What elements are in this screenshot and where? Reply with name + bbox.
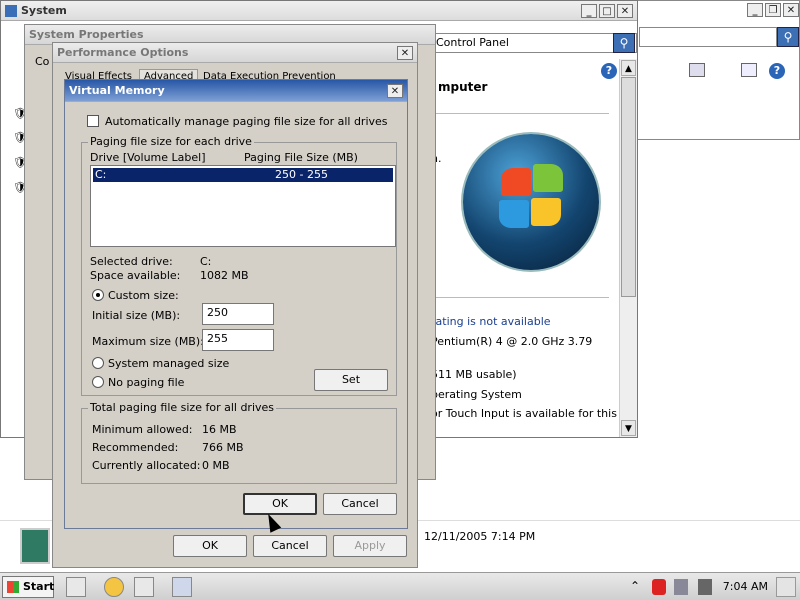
maximize-button[interactable]: □ (599, 4, 615, 18)
vertical-scrollbar[interactable]: ▲ ▼ (619, 59, 637, 437)
custom-size-label: Custom size: (108, 289, 179, 302)
initial-size-label: Initial size (MB): (92, 309, 181, 322)
no-paging-label: No paging file (108, 376, 185, 389)
restore-button[interactable]: ❐ (765, 3, 781, 17)
date-text: 12/11/2005 7:14 PM (424, 530, 536, 543)
file-thumbnail-icon[interactable] (20, 528, 50, 564)
divider (431, 297, 609, 298)
start-button[interactable]: Start (2, 576, 54, 598)
start-flag-icon (7, 581, 19, 593)
help-icon[interactable]: ? (769, 63, 785, 79)
system-managed-radio[interactable] (92, 357, 104, 369)
paging-size-group-label: Paging file size for each drive (88, 135, 254, 148)
search-icon[interactable]: ⚲ (613, 33, 635, 53)
close-button[interactable]: ✕ (397, 46, 413, 60)
selected-drive-label: Selected drive: (90, 255, 173, 268)
total-paging-group: Total paging file size for all drives Mi… (81, 401, 397, 484)
explorer-icon[interactable] (66, 577, 86, 597)
cancel-button[interactable]: Cancel (253, 535, 327, 557)
system-properties-title: System Properties (29, 28, 144, 41)
network-icon[interactable] (674, 579, 688, 595)
touch-text: or Touch Input is available for this (431, 407, 617, 420)
initial-size-input[interactable]: 250 (202, 303, 274, 325)
selected-drive-value: C: (200, 255, 212, 268)
scroll-thumb[interactable] (621, 77, 636, 297)
performance-options-titlebar: Performance Options (53, 43, 417, 63)
background-window-right: _ ❐ ✕ ⚲ ? (636, 0, 800, 140)
ok-button[interactable]: OK (243, 493, 317, 515)
divider (431, 113, 609, 114)
close-button[interactable]: ✕ (783, 3, 799, 17)
volume-icon[interactable] (698, 579, 712, 595)
search-input[interactable] (639, 27, 777, 47)
logo-yellow-pane (531, 198, 561, 226)
clock-time[interactable]: 7:04 AM (723, 580, 768, 593)
page-heading: mputer (438, 80, 488, 94)
preview-pane-icon[interactable] (741, 63, 757, 77)
logo-red-pane (501, 168, 531, 196)
logo-blue-pane (499, 200, 529, 228)
minimum-allowed-value: 16 MB (202, 423, 237, 436)
view-icon[interactable] (689, 63, 705, 77)
drive-list[interactable]: C: 250 - 255 (90, 165, 396, 247)
system-titlebar: System (1, 1, 637, 21)
scroll-up-icon[interactable]: ▲ (621, 60, 636, 76)
start-label: Start (23, 580, 55, 593)
virtual-memory-dialog: Virtual Memory ✕ Automatically manage pa… (64, 79, 408, 529)
currently-allocated-value: 0 MB (202, 459, 230, 472)
virtual-memory-titlebar: Virtual Memory (65, 80, 407, 102)
minimize-button[interactable]: _ (581, 4, 597, 18)
drive-column-header: Drive [Volume Label] (90, 151, 206, 164)
minimum-allowed-label: Minimum allowed: (92, 423, 193, 436)
no-paging-radio[interactable] (92, 376, 104, 388)
list-item[interactable]: C: 250 - 255 (93, 168, 393, 182)
set-button[interactable]: Set (314, 369, 388, 391)
rating-link[interactable]: rating is not available (431, 315, 551, 328)
space-available-label: Space available: (90, 269, 181, 282)
address-bar[interactable]: Control Panel (431, 33, 637, 53)
show-desktop-icon[interactable] (776, 577, 796, 597)
security-alert-icon[interactable] (652, 579, 666, 595)
memory-text: 511 MB usable) (431, 368, 517, 381)
minimize-button[interactable]: _ (747, 3, 763, 17)
logo-green-pane (533, 164, 563, 192)
taskbar: Start ⌃ 7:04 AM (0, 572, 800, 600)
system-task-icon[interactable] (172, 577, 192, 597)
recommended-label: Recommended: (92, 441, 179, 454)
help-icon[interactable]: ? (601, 63, 617, 79)
drive-cell: C: (95, 168, 107, 181)
apply-button[interactable]: Apply (333, 535, 407, 557)
os-text: perating System (431, 388, 522, 401)
performance-options-title: Performance Options (57, 46, 189, 59)
system-managed-label: System managed size (108, 357, 230, 370)
processor-text: Pentium(R) 4 @ 2.0 GHz 3.79 (431, 335, 593, 348)
system-window-icon (5, 4, 17, 17)
paging-size-group: Paging file size for each drive Drive [V… (81, 135, 397, 396)
size-cell: 250 - 255 (275, 168, 328, 181)
cancel-button[interactable]: Cancel (323, 493, 397, 515)
system-title: System (21, 4, 67, 17)
custom-size-radio[interactable] (92, 289, 104, 301)
auto-manage-checkbox[interactable] (87, 115, 99, 127)
space-available-value: 1082 MB (200, 269, 249, 282)
tab-computer-name[interactable]: Co (35, 55, 49, 68)
windows-logo-icon (463, 134, 599, 270)
auto-manage-label: Automatically manage paging file size fo… (105, 115, 388, 128)
server-manager-icon[interactable] (134, 577, 154, 597)
close-button[interactable]: ✕ (387, 84, 403, 98)
search-icon[interactable]: ⚲ (777, 27, 799, 47)
currently-allocated-label: Currently allocated: (92, 459, 201, 472)
virtual-memory-title: Virtual Memory (69, 84, 165, 97)
media-icon[interactable] (104, 577, 124, 597)
close-button[interactable]: ✕ (617, 4, 633, 18)
maximum-size-input[interactable]: 255 (202, 329, 274, 351)
size-column-header: Paging File Size (MB) (244, 151, 358, 164)
recommended-value: 766 MB (202, 441, 244, 454)
total-paging-group-label: Total paging file size for all drives (88, 401, 277, 414)
show-hidden-icons-icon[interactable]: ⌃ (630, 579, 644, 595)
maximum-size-label: Maximum size (MB): (92, 335, 204, 348)
scroll-down-icon[interactable]: ▼ (621, 420, 636, 436)
ok-button[interactable]: OK (173, 535, 247, 557)
